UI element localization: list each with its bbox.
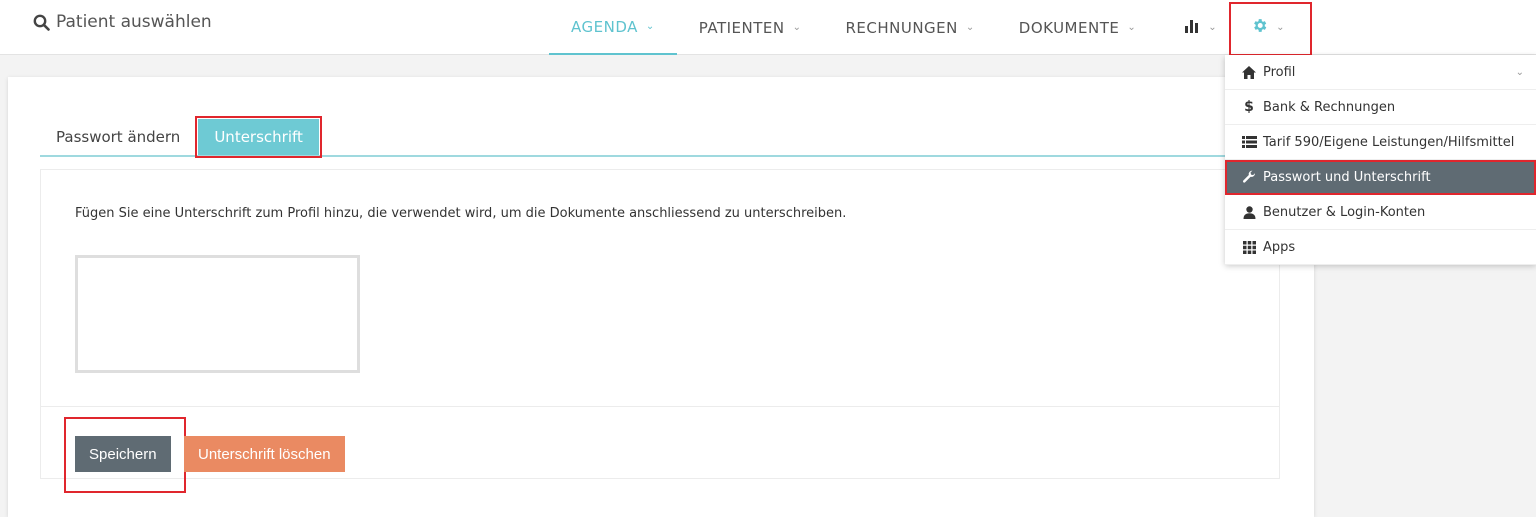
menu-item-apps[interactable]: Apps: [1225, 230, 1536, 265]
gear-icon: [1251, 17, 1268, 38]
chevron-down-icon: ⌄: [792, 22, 802, 33]
menu-item-label: Bank & Rechnungen: [1263, 99, 1396, 115]
top-navigation-bar: Patient auswählen AGENDA ⌄ PATIENTEN ⌄ R…: [0, 0, 1536, 55]
chevron-down-icon: ⌄: [1515, 67, 1524, 78]
menu-item-tarif[interactable]: Tarif 590/Eigene Leistungen/Hilfsmittel: [1225, 125, 1536, 160]
nav-rechnungen[interactable]: RECHNUNGEN ⌄: [823, 0, 996, 55]
dollar-icon: $: [1244, 99, 1254, 115]
patient-search-label: Patient auswählen: [56, 12, 212, 32]
tab-unterschrift[interactable]: Unterschrift: [195, 116, 322, 158]
nav-patienten[interactable]: PATIENTEN ⌄: [677, 0, 824, 55]
nav-statistics[interactable]: ⌄: [1158, 0, 1231, 55]
nav-settings[interactable]: ⌄: [1231, 0, 1299, 55]
menu-item-bank-rechnungen[interactable]: $ Bank & Rechnungen: [1225, 90, 1536, 125]
menu-item-label: Tarif 590/Eigene Leistungen/Hilfsmittel: [1263, 134, 1515, 150]
signature-description: Fügen Sie eine Unterschrift zum Profil h…: [75, 206, 847, 221]
chevron-down-icon: ⌄: [1208, 22, 1218, 33]
tab-label: Unterschrift: [214, 128, 303, 146]
bar-chart-icon: [1184, 19, 1200, 37]
tab-label: Passwort ändern: [56, 128, 181, 146]
chevron-down-icon: ⌄: [1127, 22, 1137, 33]
user-icon: [1241, 205, 1257, 219]
nav-agenda-label: AGENDA: [571, 17, 638, 36]
nav-rechnungen-label: RECHNUNGEN: [845, 18, 958, 37]
signature-panel: Fügen Sie eine Unterschrift zum Profil h…: [40, 169, 1280, 493]
menu-item-label: Profil: [1263, 64, 1296, 80]
menu-item-profil[interactable]: Profil ⌄: [1225, 55, 1536, 90]
menu-item-passwort-unterschrift[interactable]: Passwort und Unterschrift: [1225, 160, 1536, 195]
settings-dropdown: Profil ⌄ $ Bank & Rechnungen Tarif 590/E…: [1225, 55, 1536, 265]
settings-card: Passwort ändern Unterschrift Fügen Sie e…: [8, 77, 1314, 517]
menu-item-label: Apps: [1263, 239, 1296, 255]
signature-canvas[interactable]: [75, 255, 360, 373]
chevron-down-icon: ⌄: [965, 22, 975, 33]
panel-footer: Speichern Unterschrift löschen: [41, 406, 1279, 493]
tab-passwort-aendern[interactable]: Passwort ändern: [40, 119, 196, 155]
chevron-down-icon: ⌄: [645, 21, 655, 32]
menu-item-benutzer-login[interactable]: Benutzer & Login-Konten: [1225, 195, 1536, 230]
menu-item-label: Benutzer & Login-Konten: [1263, 204, 1426, 220]
patient-search[interactable]: Patient auswählen: [33, 12, 212, 32]
delete-signature-button[interactable]: Unterschrift löschen: [184, 436, 345, 472]
nav-agenda[interactable]: AGENDA ⌄: [549, 0, 677, 55]
search-icon: [33, 14, 50, 31]
nav-dokumente[interactable]: DOKUMENTE ⌄: [997, 0, 1158, 55]
save-button[interactable]: Speichern: [75, 436, 171, 472]
tab-bar: Passwort ändern Unterschrift: [40, 116, 1280, 158]
chevron-down-icon: ⌄: [1276, 22, 1286, 33]
nav-patienten-label: PATIENTEN: [698, 18, 785, 37]
nav-dokumente-label: DOKUMENTE: [1018, 18, 1120, 37]
grid-icon: [1241, 240, 1257, 254]
home-icon: [1241, 65, 1257, 79]
menu-item-label: Passwort und Unterschrift: [1263, 169, 1431, 185]
wrench-icon: [1241, 170, 1257, 184]
main-nav: AGENDA ⌄ PATIENTEN ⌄ RECHNUNGEN ⌄ DOKUME…: [549, 0, 1299, 55]
list-icon: [1241, 136, 1257, 148]
